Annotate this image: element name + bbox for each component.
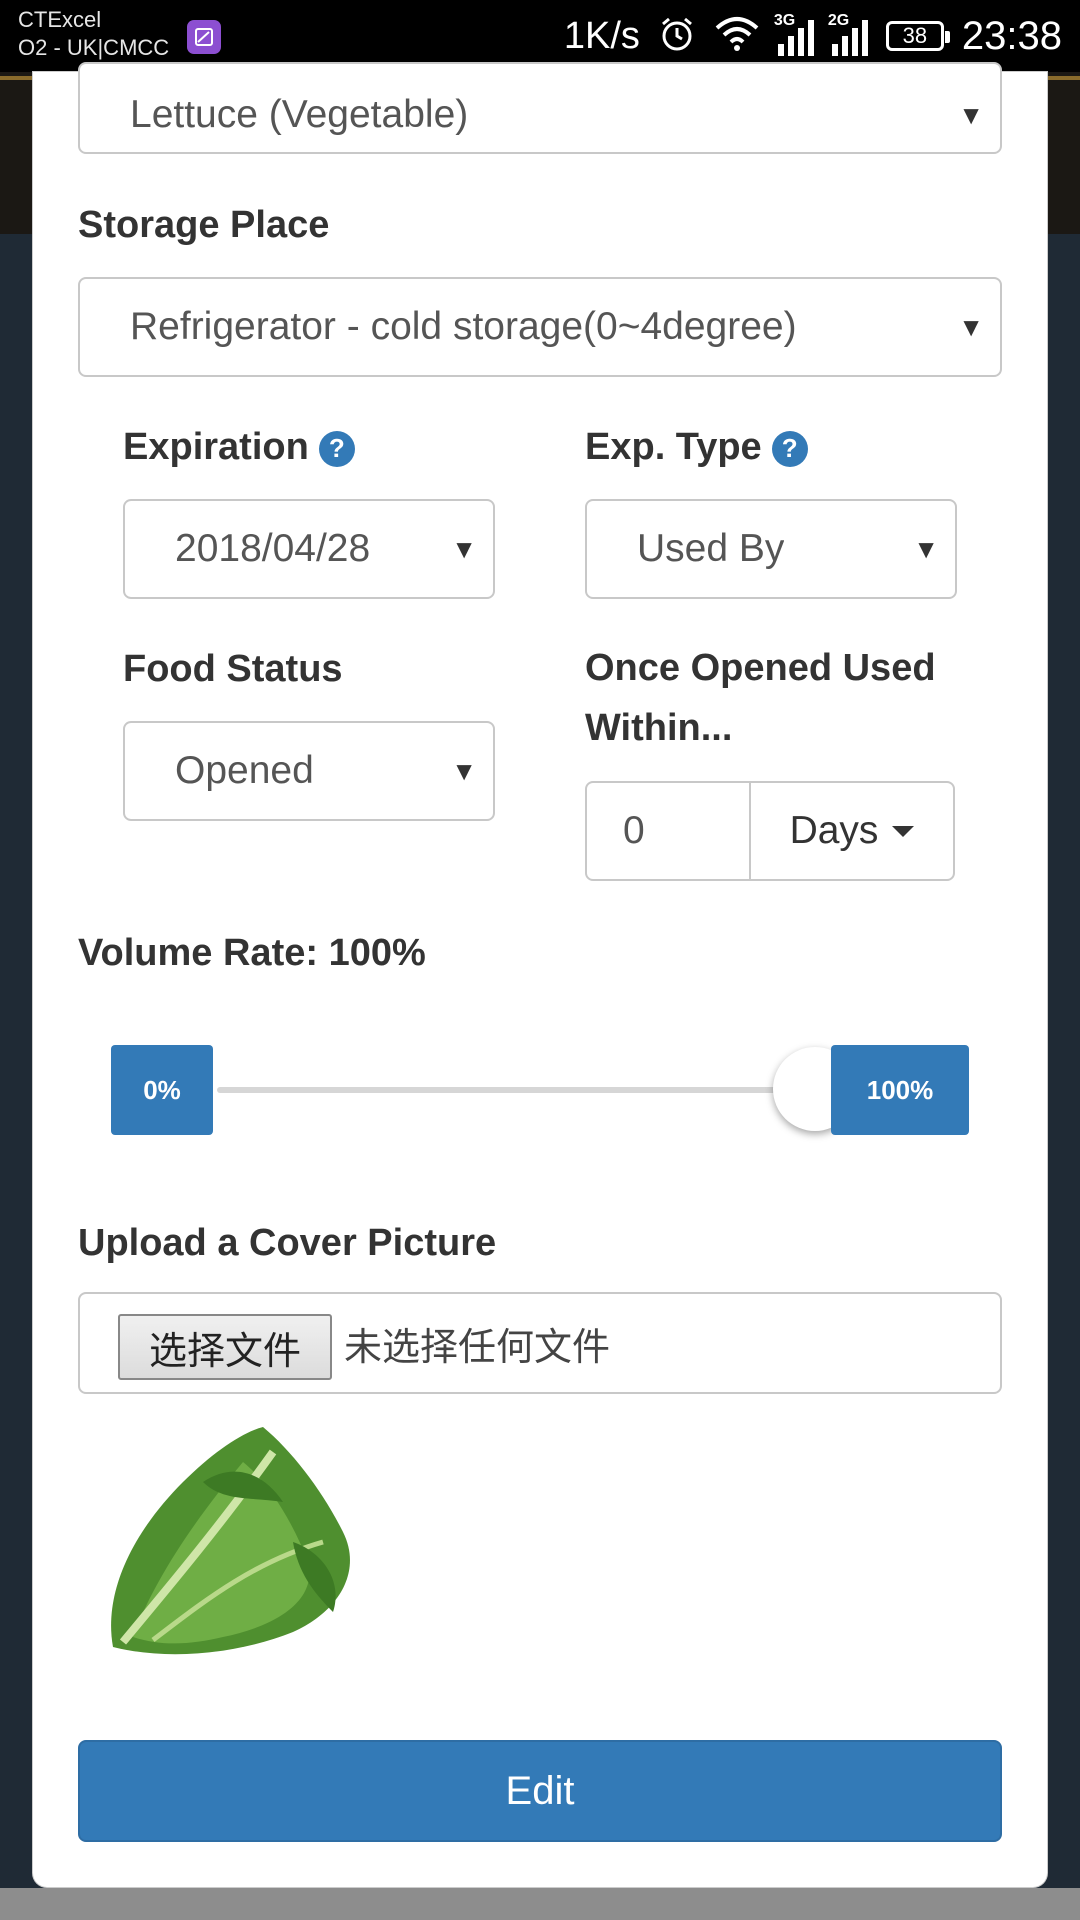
food-status-label: Food Status — [123, 648, 343, 690]
expiration-date-value: 2018/04/28 — [175, 527, 371, 570]
battery-icon: 38 — [885, 21, 950, 51]
carrier-info: CTExcel O2 - UK|CMCC — [18, 6, 169, 62]
once-opened-days-input[interactable]: 0 — [587, 783, 751, 879]
edit-food-modal: Lettuce (Vegetable) ▼ Storage Place Refr… — [33, 62, 1047, 1887]
storage-place-value: Refrigerator - cold storage(0~4degree) — [130, 305, 797, 348]
alarm-icon — [658, 15, 696, 58]
exp-type-select[interactable]: Used By ▼ — [585, 499, 957, 599]
expiration-date-select[interactable]: 2018/04/28 ▼ — [123, 499, 495, 599]
file-upload-field: 选择文件 未选择任何文件 — [78, 1292, 1002, 1394]
carrier-line1: CTExcel — [18, 7, 102, 32]
slider-min-label: 0% — [111, 1045, 213, 1135]
carrier-line2: O2 - UK|CMCC — [18, 35, 170, 60]
help-icon[interactable]: ? — [318, 430, 355, 467]
food-status-value: Opened — [175, 749, 314, 792]
time-unit-dropdown[interactable]: Days — [751, 783, 953, 879]
expiration-label: Expiration? — [123, 426, 355, 469]
expiration-label-text: Expiration — [123, 426, 309, 468]
dropdown-arrow-icon: ▼ — [451, 533, 477, 564]
caret-down-icon — [892, 825, 915, 837]
storage-place-label: Storage Place — [78, 204, 330, 246]
once-opened-input-group: 0 Days — [585, 781, 955, 881]
help-icon[interactable]: ? — [771, 430, 808, 467]
food-type-select[interactable]: Lettuce (Vegetable) ▼ — [78, 62, 1002, 154]
signal-3g-icon: 3G — [774, 12, 814, 56]
battery-level: 38 — [902, 23, 928, 48]
lettuce-image — [93, 1412, 373, 1662]
dropdown-arrow-icon: ▼ — [958, 99, 984, 130]
slider-max-label: 100% — [831, 1045, 969, 1135]
food-type-value: Lettuce (Vegetable) — [130, 93, 469, 136]
volume-rate-label: Volume Rate: 100% — [78, 932, 426, 974]
gallery-notification-icon — [187, 20, 221, 54]
dropdown-arrow-icon: ▼ — [913, 533, 939, 564]
choose-file-button[interactable]: 选择文件 — [118, 1314, 332, 1380]
background-overlay — [0, 1888, 1080, 1920]
time-unit-label: Days — [789, 809, 879, 852]
exp-type-value: Used By — [637, 527, 785, 570]
net-speed: 1K/s — [563, 14, 640, 57]
signal-2g-icon: 2G — [828, 12, 868, 56]
clock: 23:38 — [961, 13, 1062, 58]
once-opened-label: Once Opened Used Within... — [585, 647, 936, 749]
wifi-icon — [714, 16, 760, 57]
signal-3g-label: 3G — [773, 12, 796, 29]
storage-place-select[interactable]: Refrigerator - cold storage(0~4degree) ▼ — [78, 277, 1002, 377]
upload-picture-label: Upload a Cover Picture — [78, 1222, 497, 1264]
volume-slider-track[interactable] — [217, 1087, 857, 1093]
dropdown-arrow-icon: ▼ — [958, 311, 984, 342]
signal-2g-label: 2G — [827, 12, 850, 29]
dropdown-arrow-icon: ▼ — [451, 755, 477, 786]
edit-button[interactable]: Edit — [78, 1740, 1002, 1842]
exp-type-label: Exp. Type? — [585, 426, 808, 469]
file-status-text: 未选择任何文件 — [344, 1326, 611, 1369]
food-status-select[interactable]: Opened ▼ — [123, 721, 495, 821]
exp-type-label-text: Exp. Type — [585, 426, 762, 468]
